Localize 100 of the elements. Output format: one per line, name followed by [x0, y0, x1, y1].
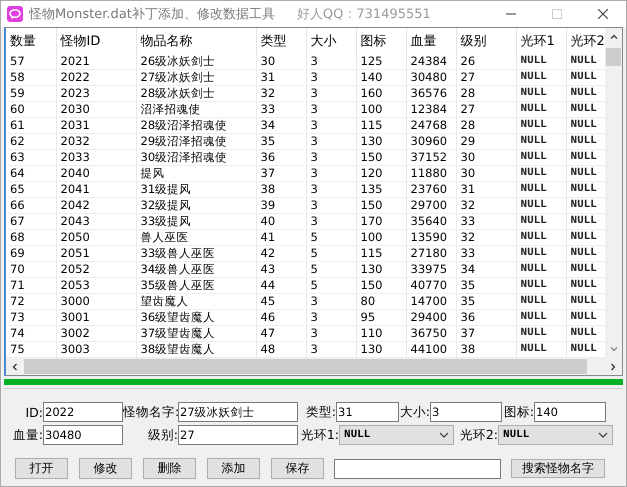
table-cell: 3 [306, 118, 356, 134]
table-cell: 58 [6, 70, 56, 86]
action-button[interactable]: 打开 [15, 458, 68, 479]
table-cell: 74 [6, 326, 56, 342]
table-cell: 26 [456, 54, 516, 70]
table-cell: 31 [456, 182, 516, 198]
table-cell: 115 [356, 118, 406, 134]
table-cell: 2040 [56, 166, 136, 182]
table-cell: 3 [306, 182, 356, 198]
search-button[interactable]: 搜索怪物名字 [511, 459, 605, 478]
scrollbar-thumb[interactable] [606, 48, 621, 66]
field-label: 怪物名字: [123, 404, 178, 420]
table-cell: 3000 [56, 294, 136, 310]
table-cell: 37 [256, 166, 306, 182]
table-cell: 2021 [56, 54, 136, 70]
table-cell: 2023 [56, 86, 136, 102]
action-button[interactable]: 修改 [79, 458, 132, 479]
scroll-left-icon[interactable] [10, 362, 20, 372]
table-cell: 2042 [56, 198, 136, 214]
table-cell: 望齿魔人 [136, 294, 256, 310]
table-cell: NULL [516, 134, 566, 150]
action-button[interactable]: 删除 [143, 458, 196, 479]
table-cell: 23760 [406, 182, 456, 198]
table-cell: 28级冰妖剑士 [136, 86, 256, 102]
table-cell: NULL [516, 326, 566, 342]
table-cell: 35 [456, 278, 516, 294]
column-header[interactable]: 数量 [6, 28, 56, 54]
search-field[interactable] [334, 458, 501, 478]
table-cell: 5 [306, 278, 356, 294]
field-label: 光环1: [300, 426, 339, 444]
horizontal-scrollbar[interactable] [6, 358, 622, 375]
input-field[interactable]: 140 [534, 402, 606, 422]
table-cell: 30 [456, 150, 516, 166]
input-field[interactable]: 31 [336, 402, 399, 422]
table-cell: 28 [456, 118, 516, 134]
input-field[interactable]: 3 [430, 402, 502, 422]
table-cell: 57 [6, 54, 56, 70]
table-cell: 70 [6, 262, 56, 278]
table-cell: 3 [306, 214, 356, 230]
dropdown[interactable]: NULL [339, 425, 454, 445]
table-cell: 130 [356, 262, 406, 278]
action-button[interactable]: 添加 [207, 458, 260, 479]
table-cell: 34 [256, 118, 306, 134]
table-cell: NULL [516, 214, 566, 230]
column-header[interactable]: 大小 [306, 28, 356, 54]
table-cell: 37152 [406, 150, 456, 166]
table-cell: NULL [516, 294, 566, 310]
table-cell: 28级沼泽招魂使 [136, 118, 256, 134]
table-cell: 26级冰妖剑士 [136, 54, 256, 70]
table-cell: 33 [456, 246, 516, 262]
table-cell: 13590 [406, 230, 456, 246]
close-icon[interactable] [598, 9, 608, 19]
table-cell: 2051 [56, 246, 136, 262]
column-header[interactable]: 怪物ID [56, 28, 136, 54]
table-cell: 3 [306, 70, 356, 86]
action-button[interactable]: 保存 [271, 458, 324, 479]
input-field[interactable]: 30480 [43, 425, 123, 445]
table-cell: 68 [6, 230, 56, 246]
column-header[interactable]: 光环1 [516, 28, 566, 54]
table-cell: 80 [356, 294, 406, 310]
table-cell: 38 [256, 182, 306, 198]
table-cell: 100 [356, 102, 406, 118]
table-cell: 沼泽招魂使 [136, 102, 256, 118]
table-cell: 59 [6, 86, 56, 102]
table-cell: NULL [516, 70, 566, 86]
table-cell: 24384 [406, 54, 456, 70]
column-header[interactable]: 血量 [406, 28, 456, 54]
input-field[interactable]: 27 [178, 425, 298, 445]
table-cell: 170 [356, 214, 406, 230]
table-cell: NULL [516, 102, 566, 118]
table-cell: 33 [256, 102, 306, 118]
table-cell: 60 [6, 102, 56, 118]
vertical-scrollbar[interactable] [605, 28, 622, 358]
scroll-down-icon[interactable] [608, 344, 618, 354]
table-cell: 63 [6, 150, 56, 166]
input-field[interactable]: 2022 [43, 402, 123, 422]
table-cell: NULL [516, 262, 566, 278]
column-header[interactable]: 类型 [256, 28, 306, 54]
table-cell: 12384 [406, 102, 456, 118]
column-header[interactable]: 图标 [356, 28, 406, 54]
table-cell: 43 [256, 262, 306, 278]
table-cell: 28 [456, 86, 516, 102]
table-cell: 提风 [136, 166, 256, 182]
table-cell: 2050 [56, 230, 136, 246]
input-field[interactable]: 27级冰妖剑士 [178, 402, 298, 422]
table-cell: 3 [306, 166, 356, 182]
table-cell: 3 [306, 310, 356, 326]
column-header[interactable]: 级别 [456, 28, 516, 54]
table-cell: 兽人巫医 [136, 230, 256, 246]
field-label: 图标: [502, 404, 534, 420]
dropdown[interactable]: NULL [498, 425, 613, 445]
table-cell: 27 [456, 70, 516, 86]
column-header[interactable]: 物品名称 [136, 28, 256, 54]
table-cell: 5 [306, 262, 356, 278]
scroll-right-icon[interactable] [608, 362, 618, 372]
table-cell: 42 [256, 246, 306, 262]
table-cell: 66 [6, 198, 56, 214]
table-cell: 3 [306, 86, 356, 102]
table-cell: 30 [256, 54, 306, 70]
scrollbar-thumb[interactable] [24, 359, 587, 374]
